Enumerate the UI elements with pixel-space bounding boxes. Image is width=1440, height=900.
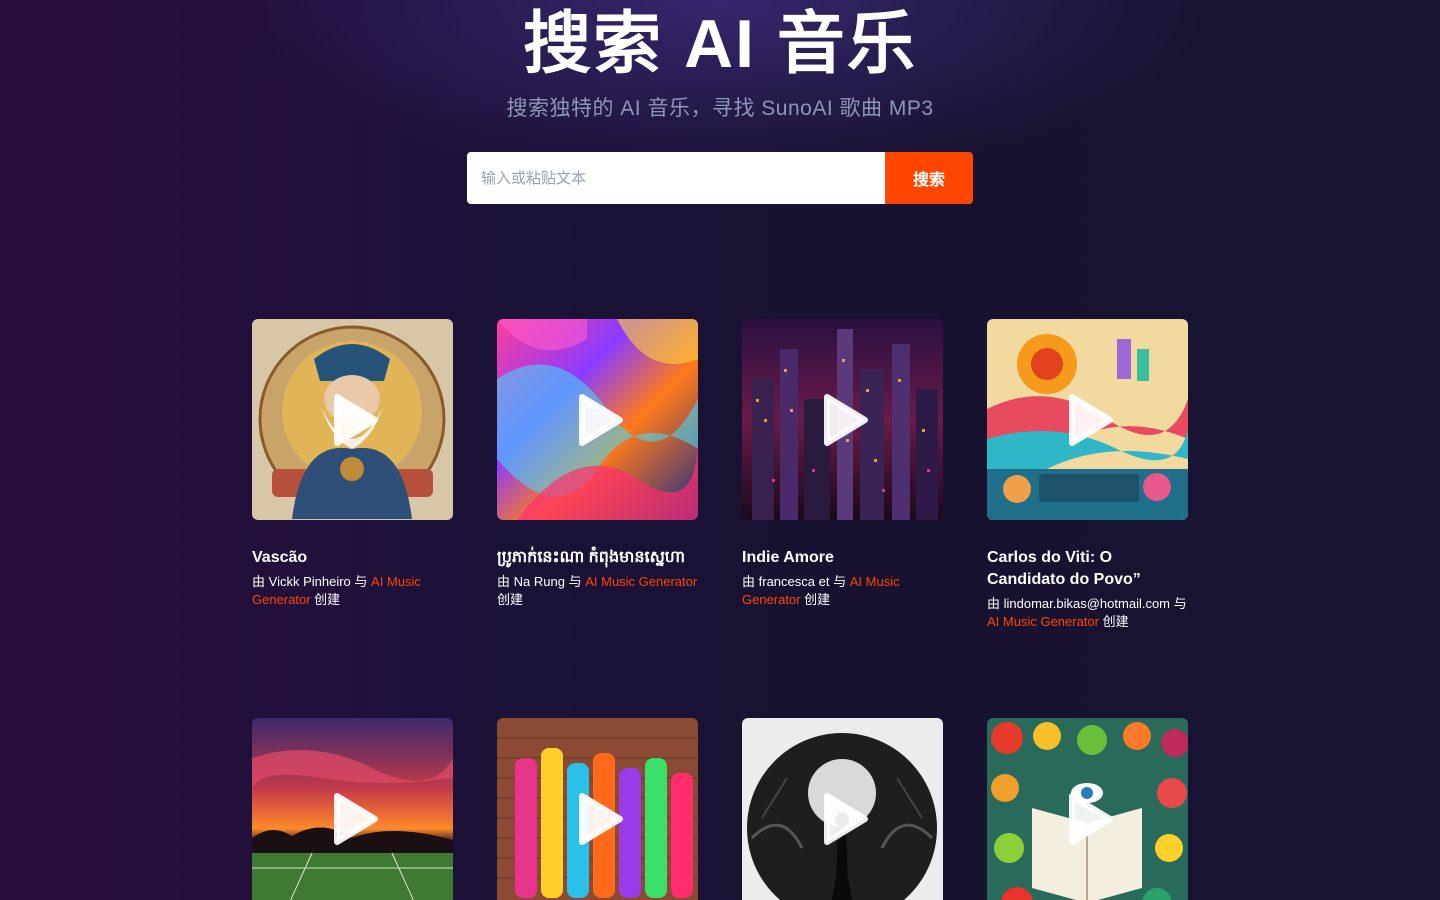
song-card [497,718,698,900]
creator-name: Na Rung [513,574,565,589]
song-cover[interactable] [742,319,943,520]
song-credit: 由 francesca et 与 AI Music Generator 创建 [742,573,943,609]
created-label: 创建 [804,592,831,607]
song-title[interactable]: ប្រូភាក់នេះណា កំពុងមានស្នេហា [497,547,698,569]
song-cover[interactable] [742,718,943,900]
play-icon[interactable] [819,393,869,447]
song-grid-row-2 [252,718,1188,900]
song-card: Carlos do Viti: O Candidato do Povo” 由 l… [987,319,1188,631]
with-label: 与 [1173,596,1187,611]
play-icon[interactable] [574,792,624,846]
song-cover[interactable] [252,718,453,900]
song-card [987,718,1188,900]
creator-name: Vickk Pinheiro [268,574,351,589]
song-card [742,718,943,900]
play-icon[interactable] [1064,792,1114,846]
created-label: 创建 [314,592,341,607]
by-label: 由 [742,574,756,589]
with-label: 与 [833,574,847,589]
search-bar: 搜索 [467,152,973,204]
song-card: Indie Amore 由 francesca et 与 AI Music Ge… [742,319,943,631]
page-title: 搜索 AI 音乐 [523,6,917,82]
song-title[interactable]: Vascão [252,547,453,569]
generator-link[interactable]: AI Music Generator [585,574,697,589]
song-credit: 由 Na Rung 与 AI Music Generator 创建 [497,573,698,609]
play-icon[interactable] [1064,393,1114,447]
with-label: 与 [568,574,582,589]
song-cover[interactable] [497,319,698,520]
created-label: 创建 [1102,614,1129,629]
song-grid: Vascão 由 Vickk Pinheiro 与 AI Music Gener… [252,319,1188,631]
with-label: 与 [354,574,368,589]
creator-name: francesca et [758,574,830,589]
play-icon[interactable] [329,393,379,447]
song-card: Vascão 由 Vickk Pinheiro 与 AI Music Gener… [252,319,453,631]
by-label: 由 [252,574,266,589]
song-cover[interactable] [252,319,453,520]
page-subtitle: 搜索独特的 AI 音乐，寻找 SunoAI 歌曲 MP3 [506,97,934,120]
play-icon[interactable] [819,792,869,846]
song-cover[interactable] [987,319,1188,520]
by-label: 由 [987,596,1001,611]
search-button[interactable]: 搜索 [885,152,973,204]
song-card [252,718,453,900]
play-icon[interactable] [574,393,624,447]
play-icon[interactable] [329,792,379,846]
song-title[interactable]: Carlos do Viti: O Candidato do Povo” [987,547,1188,591]
created-label: 创建 [497,592,524,607]
search-input[interactable] [467,152,885,204]
song-cover[interactable] [987,718,1188,900]
song-cover[interactable] [497,718,698,900]
song-card: ប្រូភាក់នេះណា កំពុងមានស្នេហា 由 Na Rung 与… [497,319,698,631]
by-label: 由 [497,574,511,589]
song-title[interactable]: Indie Amore [742,547,943,569]
song-credit: 由 Vickk Pinheiro 与 AI Music Generator 创建 [252,573,453,609]
creator-name: lindomar.bikas@hotmail.com [1003,596,1171,611]
generator-link[interactable]: AI Music Generator [987,614,1099,629]
song-credit: 由 lindomar.bikas@hotmail.com 与 AI Music … [987,595,1188,631]
